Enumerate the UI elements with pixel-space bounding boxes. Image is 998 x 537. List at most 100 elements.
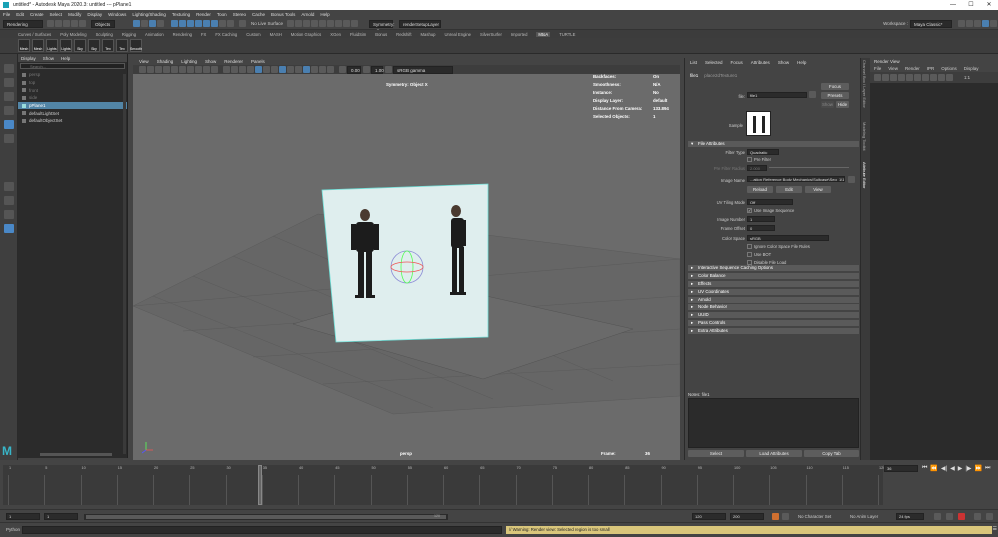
select-by-hierarchy-icon[interactable]: [133, 20, 140, 27]
menu-modify[interactable]: Modify: [68, 12, 81, 17]
gate-mask-icon[interactable]: [187, 66, 194, 73]
shelf-tab-motion-graphics[interactable]: Motion Graphics: [291, 32, 322, 37]
toggle-attribute-editor-icon[interactable]: [982, 20, 989, 27]
snap-grid-icon[interactable]: [171, 20, 178, 27]
render-frame-icon[interactable]: [295, 20, 303, 27]
key-settings-icon[interactable]: [782, 513, 789, 520]
arnold-render-icon[interactable]: [343, 20, 351, 27]
exposure-icon[interactable]: [339, 66, 346, 73]
toggle-outliner-icon[interactable]: [974, 20, 981, 27]
outliner-item-front[interactable]: front: [18, 86, 127, 94]
snapshot-icon[interactable]: [890, 74, 897, 81]
wireframe-on-shaded-icon[interactable]: [247, 66, 254, 73]
render-setup-icon[interactable]: [327, 20, 335, 27]
depth-of-field-icon[interactable]: [327, 66, 334, 73]
viewport-menu-shading[interactable]: Shading: [157, 59, 174, 64]
auto-key-icon[interactable]: [772, 513, 779, 520]
shelf-tab-rigging[interactable]: Rigging: [122, 32, 136, 37]
textured-icon[interactable]: [255, 66, 262, 73]
redo-render-icon[interactable]: [874, 74, 881, 81]
edit-button[interactable]: Edit: [776, 186, 802, 193]
shelf-button-mesh-1[interactable]: Mesh: [18, 39, 30, 52]
ae-tab-place2dtexture1[interactable]: place2dTexture1: [704, 73, 737, 78]
render-settings-icon[interactable]: [311, 20, 319, 27]
command-input[interactable]: [22, 526, 502, 534]
real-size-icon[interactable]: [930, 74, 937, 81]
menu-toon[interactable]: Toon: [217, 12, 227, 17]
status-settings-icon[interactable]: [966, 20, 973, 27]
folder-browse-icon[interactable]: [848, 176, 855, 183]
shelf-tab-fluidsim[interactable]: FluidSim: [350, 32, 366, 37]
section-uuid[interactable]: UUID: [688, 312, 859, 318]
ae-focus-button[interactable]: Focus: [821, 83, 849, 90]
anti-aliasing-icon[interactable]: [319, 66, 326, 73]
snap-curve-icon[interactable]: [179, 20, 186, 27]
tab-modeling-toolkit[interactable]: Modeling Toolkit: [862, 122, 867, 151]
outliner-menu-help[interactable]: Help: [61, 56, 70, 61]
outliner-scrollbar[interactable]: [123, 74, 126, 454]
menu-file[interactable]: File: [3, 12, 10, 17]
outliner-item-pplane1[interactable]: pPlane1: [18, 101, 127, 110]
color-management-icon[interactable]: [385, 66, 392, 73]
menuset-dropdown[interactable]: Rendering: [3, 19, 43, 28]
shelf-button-sky-2[interactable]: Sky: [88, 39, 100, 52]
exposure-field[interactable]: 0.00: [347, 65, 361, 74]
symmetry-dropdown[interactable]: Symmetry: Off: [369, 19, 395, 34]
animation-end-field[interactable]: 200: [730, 513, 764, 520]
animation-start-field[interactable]: 1: [6, 513, 40, 520]
section-uv-coordinates[interactable]: UV Coordinates: [688, 289, 859, 295]
ae-menu-list[interactable]: List: [690, 60, 697, 65]
default-material-icon[interactable]: [239, 66, 246, 73]
section-extra-attributes[interactable]: Extra Attributes: [688, 328, 859, 334]
script-editor-icon[interactable]: ☰: [993, 526, 997, 532]
ae-hide-button[interactable]: Hide: [836, 101, 849, 108]
persp-outliner-layout-icon[interactable]: [4, 210, 14, 219]
snap-surface-icon[interactable]: [203, 20, 210, 27]
menu-render[interactable]: Render: [196, 12, 211, 17]
pre-filter-checkbox[interactable]: [747, 157, 752, 162]
shelf-button-lights-1[interactable]: Lights: [46, 39, 58, 52]
section-pass-controls[interactable]: Pass Controls: [688, 320, 859, 326]
ae-menu-help[interactable]: Help: [797, 60, 806, 65]
field-chart-icon[interactable]: [195, 66, 202, 73]
menu-stereo[interactable]: Stereo: [233, 12, 246, 17]
ae-menu-selected[interactable]: Selected: [705, 60, 723, 65]
outliner-search-input[interactable]: Search...: [20, 63, 125, 69]
shelf-tab-fx-caching[interactable]: FX Caching: [215, 32, 237, 37]
shelf-tab-fx[interactable]: FX: [201, 32, 206, 37]
shelf-tab-mashup[interactable]: Mashup: [421, 32, 436, 37]
motion-blur-icon[interactable]: [311, 66, 318, 73]
pause-viewport-icon[interactable]: [351, 20, 359, 27]
sign-in-icon[interactable]: [958, 20, 965, 27]
view-transform-dropdown[interactable]: sRGB gamma: [393, 65, 453, 74]
viewport-menu-view[interactable]: View: [139, 59, 149, 64]
play-backwards-icon[interactable]: ◀: [950, 465, 955, 472]
step-back-key-icon[interactable]: ⏪: [930, 465, 937, 472]
selection-mode-dropdown[interactable]: Objects: [91, 19, 115, 28]
close-button[interactable]: ✕: [980, 0, 998, 10]
rv-menu-display[interactable]: Display: [964, 66, 979, 71]
outliner-menu-display[interactable]: Display: [21, 56, 36, 61]
menu-arnold[interactable]: Arnold: [301, 12, 314, 17]
view-button[interactable]: View: [805, 186, 831, 193]
persp-graph-layout-icon[interactable]: [4, 224, 14, 233]
section-arnold[interactable]: Arnold: [688, 297, 859, 303]
render-region-icon[interactable]: [882, 74, 889, 81]
shelf-tab-rendering[interactable]: Rendering: [173, 32, 192, 37]
go-to-start-icon[interactable]: ⏮: [922, 465, 927, 472]
shelf-tab-imported[interactable]: Imported: [511, 32, 528, 37]
ambient-occlusion-icon[interactable]: [303, 66, 310, 73]
menu-create[interactable]: Create: [30, 12, 44, 17]
render-layer-dropdown[interactable]: renderSetupLayer: [399, 19, 442, 28]
shelf-button-smooth[interactable]: Smooth: [130, 39, 142, 52]
gamma-field[interactable]: 1.00: [371, 65, 384, 74]
shelf-button-tex-1[interactable]: Tex: [102, 39, 114, 52]
ae-load-attributes-button[interactable]: Load Attributes: [746, 450, 802, 457]
ae-copy-tab-button[interactable]: Copy Tab: [804, 450, 859, 457]
use-all-lights-icon[interactable]: [263, 66, 270, 73]
wireframe-icon[interactable]: [223, 66, 230, 73]
outliner-item-defaultlightset[interactable]: defaultLightSet: [18, 109, 127, 117]
shelf-tab-xgen[interactable]: XGen: [330, 32, 341, 37]
menu-help[interactable]: Help: [320, 12, 329, 17]
playback-end-field[interactable]: 120: [692, 513, 726, 520]
